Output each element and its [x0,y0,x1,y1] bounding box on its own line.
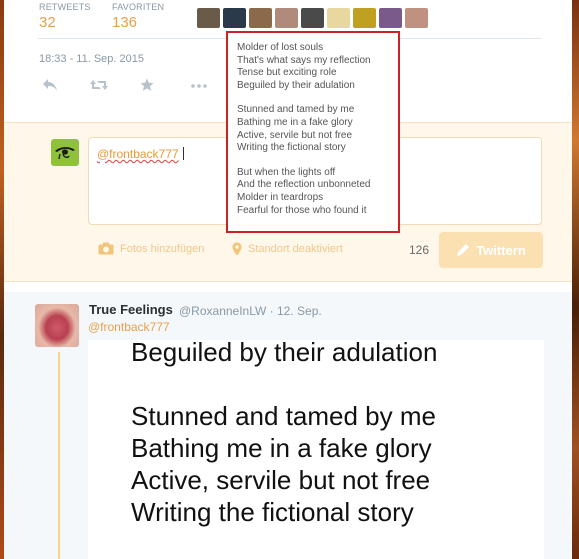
favorites-label: FAVORITEN [112,2,165,12]
author-name[interactable]: True Feelings [89,302,173,317]
retweets-count: 32 [39,14,56,31]
tweet-button[interactable]: Twittern [439,232,543,268]
reply-icon[interactable] [42,78,58,97]
favoriters-avatar-list [197,8,428,28]
reply-mention[interactable]: @frontback777 [88,320,170,334]
compose-mention: @frontback777 [97,147,179,161]
tooltip-line: But when the lights off [237,166,336,178]
tooltip-line: Active, servile but not free [237,129,353,141]
favorite-icon[interactable] [140,78,154,97]
add-photo-button[interactable]: Fotos hinzufügen [98,242,204,255]
location-label: Standort deaktiviert [248,243,343,255]
tweet-actions [38,78,228,96]
avatar [51,139,79,166]
tooltip-line: And the reflection unbonneted [237,179,371,191]
author-handle-date[interactable]: @RoxanneInLW · 12. Sep. [179,304,322,318]
avatar[interactable] [353,8,376,28]
more-icon[interactable] [190,78,208,97]
avatar[interactable] [249,8,272,28]
avatar[interactable] [327,8,350,28]
avatar[interactable] [379,8,402,28]
tweet-media-image[interactable]: Beguiled by their adulation Stunned and … [88,337,544,559]
thread-line [58,352,60,559]
image-text-line: Stunned and tamed by me [131,401,436,431]
tweet-button-label: Twittern [476,242,526,258]
tooltip-line: Fearful for those who found it [237,204,367,216]
avatar[interactable] [197,8,220,28]
tooltip-line: Tense but exciting role [237,67,337,79]
avatar[interactable] [223,8,246,28]
tooltip-line: Writing the fictional story [237,142,346,154]
camera-icon [98,242,114,255]
image-text-line: Bathing me in a fake glory [131,433,432,463]
location-button[interactable]: Standort deaktiviert [232,242,343,256]
eye-of-horus-icon [55,146,75,159]
text-caret [183,147,184,160]
background-right-edge [572,0,579,559]
avatar[interactable] [35,304,79,347]
image-alt-text-tooltip: Molder of lost souls That's what says my… [226,31,400,233]
tooltip-line: Stunned and tamed by me [237,104,355,116]
image-text-line: Writing the fictional story [131,497,414,527]
tooltip-line: Beguiled by their adulation [237,79,355,91]
tooltip-line: Bathing me in a fake glory [237,116,353,128]
tooltip-line: Molder in teardrops [237,191,324,203]
tweet-timestamp[interactable]: 18:33 - 11. Sep. 2015 [39,53,144,65]
tweet-detail-panel: RETWEETS 32 FAVORITEN 136 18:33 - 11. Se… [4,0,572,559]
favorites-stat[interactable]: FAVORITEN 136 [112,2,164,31]
retweets-label: RETWEETS [39,2,91,12]
tooltip-text: Molder of lost souls That's what says my… [237,42,371,217]
avatar[interactable] [405,8,428,28]
character-counter: 126 [409,243,430,257]
image-text-line: Beguiled by their adulation [131,337,438,367]
avatar[interactable] [275,8,298,28]
retweet-icon[interactable] [89,78,109,97]
avatar[interactable] [301,8,324,28]
compose-icon [457,244,470,256]
image-text-line: Active, servile but not free [131,465,431,495]
location-pin-icon [232,242,242,256]
tooltip-line: Molder of lost souls [237,42,324,53]
favorites-count: 136 [112,14,138,31]
tooltip-line: That's what says my reflection [237,54,371,66]
retweets-stat[interactable]: RETWEETS 32 [39,2,91,31]
add-photo-label: Fotos hinzufügen [120,242,205,255]
